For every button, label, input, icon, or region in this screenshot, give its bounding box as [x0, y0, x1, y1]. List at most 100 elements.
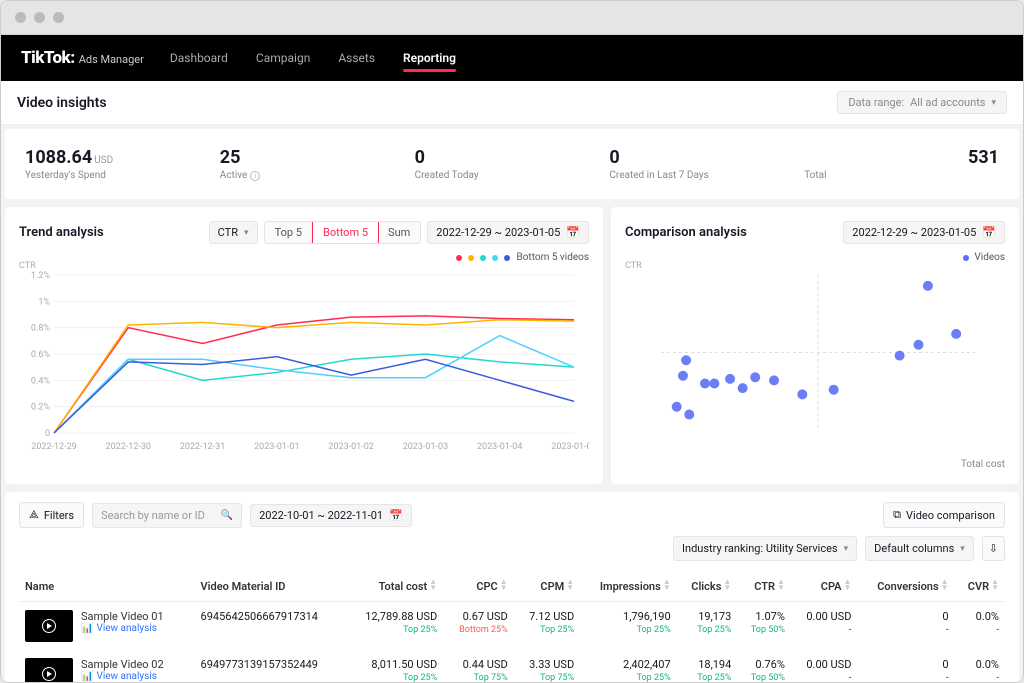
segment-top-5[interactable]: Top 5 [265, 222, 313, 243]
cell-value: 7.12 USD [520, 610, 574, 623]
trend-chart: 00.2%0.4%0.6%0.8%1%1.2%2022-12-292022-12… [19, 265, 589, 455]
stat-value: 0 [415, 147, 425, 168]
stat-active: 25Activei [220, 147, 415, 181]
col-cpc[interactable]: CPC▲▼ [443, 571, 514, 602]
stats-bar: 1088.64USDYesterday's Spend25Activei0Cre… [5, 129, 1019, 199]
video-name: Sample Video 02 [81, 658, 164, 671]
cell-value: 12,789.88 USD [351, 610, 437, 623]
cell-value: 0.0% [961, 658, 999, 671]
columns-dropdown[interactable]: Default columns ▾ [865, 536, 974, 561]
trend-legend-text: Bottom 5 videos [516, 252, 589, 263]
compare-icon: ⧉ [893, 508, 901, 522]
cell-rank: Top 25% [586, 673, 670, 682]
sort-icon: ▲▼ [991, 579, 999, 591]
sort-icon: ▲▼ [566, 579, 574, 591]
nav-item-dashboard[interactable]: Dashboard [170, 37, 228, 79]
svg-text:2023-01-01: 2023-01-01 [254, 442, 299, 452]
svg-text:2022-12-31: 2022-12-31 [180, 442, 225, 452]
comparison-xlabel: Total cost [625, 459, 1005, 470]
trend-legend: Bottom 5 videos [19, 252, 589, 263]
segment-bottom-5[interactable]: Bottom 5 [312, 221, 379, 244]
col-clicks[interactable]: Clicks▲▼ [677, 571, 738, 602]
comparison-analysis-panel: Comparison analysis 2022-12-29 ~ 2023-01… [611, 207, 1019, 484]
col-cpa[interactable]: CPA▲▼ [791, 571, 857, 602]
col-impressions[interactable]: Impressions▲▼ [580, 571, 676, 602]
view-analysis-link[interactable]: 📊View analysis [81, 671, 164, 682]
data-range-selector[interactable]: Data range: All ad accounts ▾ [837, 91, 1007, 114]
nav-item-assets[interactable]: Assets [338, 37, 375, 79]
trend-date-text: 2022-12-29 ~ 2023-01-05 [436, 226, 560, 239]
sort-icon: ▲▼ [844, 579, 852, 591]
comparison-chart [625, 265, 1005, 440]
cell-value: 8,011.50 USD [351, 658, 437, 671]
stat-value: 1088.64 [25, 147, 92, 168]
table-row: Sample Video 02 📊View analysis 694977313… [19, 650, 1005, 682]
cell-rank: - [797, 673, 851, 682]
cell-rank: - [961, 625, 999, 635]
cell-rank: Top 50% [743, 673, 785, 682]
trend-metric-value: CTR [218, 226, 238, 239]
video-thumbnail[interactable] [25, 610, 73, 642]
cell-value: 2,402,407 [586, 658, 670, 671]
svg-text:0.2%: 0.2% [31, 403, 50, 413]
calendar-icon: 📅 [982, 226, 996, 239]
legend-dot-icon [456, 255, 462, 261]
chevron-down-icon: ▾ [244, 228, 249, 238]
video-table: NameVideo Material IDTotal cost▲▼CPC▲▼CP… [19, 571, 1005, 682]
search-icon: 🔍 [221, 510, 233, 521]
stat-value: 531 [968, 147, 999, 168]
video-comparison-button[interactable]: ⧉ Video comparison [883, 502, 1005, 528]
columns-label: Default columns [874, 542, 954, 555]
chevron-down-icon: ▾ [844, 544, 849, 554]
cell-value: 18,194 [683, 658, 732, 671]
brand-name: TikTok: [21, 48, 75, 68]
cell-value: 19,173 [683, 610, 732, 623]
cell-rank: Top 25% [351, 673, 437, 682]
col-conversions[interactable]: Conversions▲▼ [857, 571, 954, 602]
cell-value: 0 [863, 610, 948, 623]
video-name: Sample Video 01 [81, 610, 164, 623]
table-date-range[interactable]: 2022-10-01 ~ 2022-11-01 📅 [250, 504, 412, 527]
svg-text:2022-12-29: 2022-12-29 [31, 442, 76, 452]
chevron-down-icon: ▾ [991, 98, 996, 108]
col-cpm[interactable]: CPM▲▼ [514, 571, 580, 602]
comparison-date-range[interactable]: 2022-12-29 ~ 2023-01-05 📅 [843, 221, 1005, 244]
cell-value: 1,796,190 [586, 610, 670, 623]
trend-date-range[interactable]: 2022-12-29 ~ 2023-01-05 📅 [427, 221, 589, 244]
nav-item-reporting[interactable]: Reporting [403, 37, 456, 79]
search-placeholder: Search by name or ID [101, 509, 205, 522]
col-cvr[interactable]: CVR▲▼ [955, 571, 1005, 602]
nav-item-campaign[interactable]: Campaign [256, 37, 310, 79]
cell-value: 0 [863, 658, 948, 671]
cell-rank: Top 50% [743, 625, 785, 635]
view-analysis-link[interactable]: 📊View analysis [81, 623, 164, 634]
cell-rank: Top 25% [520, 625, 574, 635]
cell-rank: Top 75% [520, 673, 574, 682]
table-date-text: 2022-10-01 ~ 2022-11-01 [259, 509, 383, 522]
cell-value: 0.67 USD [449, 610, 508, 623]
window-dot [53, 12, 64, 23]
cell-value: 0.00 USD [797, 610, 851, 623]
industry-ranking-dropdown[interactable]: Industry ranking: Utility Services ▾ [673, 536, 857, 561]
window-dot [34, 12, 45, 23]
window-chrome [1, 1, 1023, 35]
play-icon [42, 619, 56, 633]
stat-label: Created in Last 7 Days [609, 170, 708, 181]
sort-icon: ▲▼ [500, 579, 508, 591]
col-ctr[interactable]: CTR▲▼ [737, 571, 791, 602]
data-range-label: Data range: [848, 96, 904, 109]
svg-text:2023-01-03: 2023-01-03 [403, 442, 448, 452]
export-button[interactable]: ⇩ [982, 536, 1005, 561]
table-row: Sample Video 01 📊View analysis 694564250… [19, 602, 1005, 651]
segment-sum[interactable]: Sum [378, 222, 420, 243]
trend-title: Trend analysis [19, 225, 104, 240]
filters-button[interactable]: ⟁ Filters [19, 502, 84, 528]
trend-metric-dropdown[interactable]: CTR ▾ [209, 221, 258, 244]
cell-rank: Top 25% [683, 673, 732, 682]
col-total-cost[interactable]: Total cost▲▼ [345, 571, 443, 602]
svg-text:1.2%: 1.2% [31, 271, 50, 281]
video-thumbnail[interactable] [25, 658, 73, 682]
chart-icon: 📊 [81, 671, 93, 682]
search-input[interactable]: Search by name or ID 🔍 [92, 503, 242, 528]
stat-total: 531Total [804, 147, 999, 181]
